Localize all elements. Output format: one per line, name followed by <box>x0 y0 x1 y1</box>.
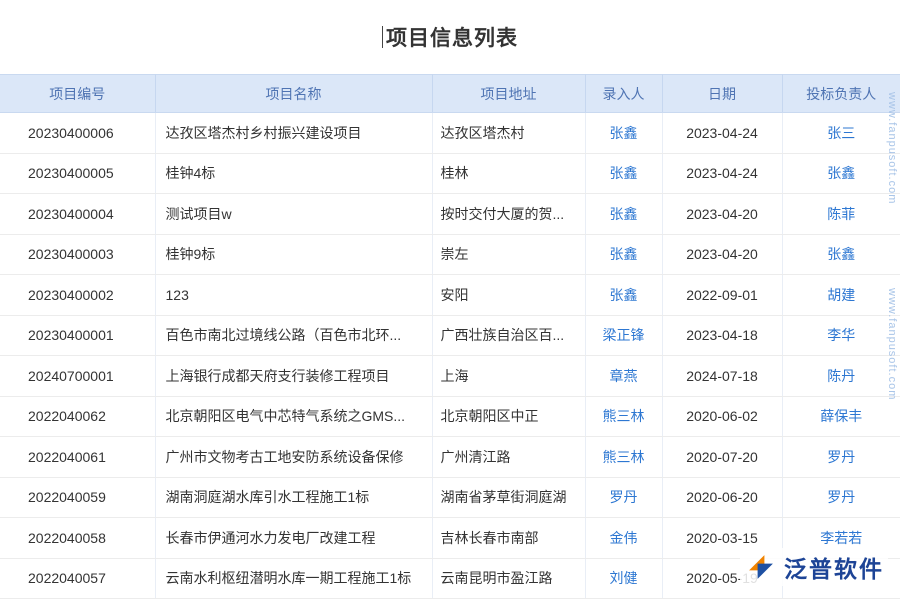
col-header-name: 项目名称 <box>155 75 432 113</box>
date-cell: 2023-04-24 <box>662 153 782 194</box>
project-code-cell: 20230400006 <box>0 113 155 154</box>
page-title: 项目信息列表 <box>386 22 518 52</box>
brand-logo: 泛普软件 <box>740 548 888 586</box>
project-name-cell: 测试项目w <box>155 194 432 235</box>
bidder-link[interactable]: 罗丹 <box>782 437 900 478</box>
project-name-cell: 百色市南北过境线公路（百色市北环... <box>155 315 432 356</box>
table-row[interactable]: 20240700001 上海银行成都天府支行装修工程项目 上海 章燕 2024-… <box>0 356 900 397</box>
project-code-cell: 2022040062 <box>0 396 155 437</box>
date-cell: 2020-06-02 <box>662 396 782 437</box>
recorder-link[interactable]: 熊三林 <box>585 437 662 478</box>
project-name-cell: 桂钟9标 <box>155 234 432 275</box>
project-address-cell: 崇左 <box>432 234 585 275</box>
date-cell: 2023-04-18 <box>662 315 782 356</box>
project-name-cell: 上海银行成都天府支行装修工程项目 <box>155 356 432 397</box>
project-code-cell: 2022040061 <box>0 437 155 478</box>
recorder-link[interactable]: 罗丹 <box>585 477 662 518</box>
project-table: 项目编号 项目名称 项目地址 录入人 日期 投标负责人 20230400006 … <box>0 74 900 599</box>
project-name-cell: 桂钟4标 <box>155 153 432 194</box>
col-header-recorder: 录入人 <box>585 75 662 113</box>
col-header-date: 日期 <box>662 75 782 113</box>
bidder-link[interactable]: 陈丹 <box>782 356 900 397</box>
project-code-cell: 20230400005 <box>0 153 155 194</box>
table-row[interactable]: 20230400003 桂钟9标 崇左 张鑫 2023-04-20 张鑫 <box>0 234 900 275</box>
project-name-cell: 123 <box>155 275 432 316</box>
project-name-cell: 北京朝阳区电气中芯特气系统之GMS... <box>155 396 432 437</box>
project-address-cell: 广西壮族自治区百... <box>432 315 585 356</box>
project-code-cell: 20240700001 <box>0 356 155 397</box>
table-row[interactable]: 2022040061 广州市文物考古工地安防系统设备保修 广州清江路 熊三林 2… <box>0 437 900 478</box>
project-code-cell: 20230400002 <box>0 275 155 316</box>
table-row[interactable]: 2022040062 北京朝阳区电气中芯特气系统之GMS... 北京朝阳区中正 … <box>0 396 900 437</box>
bidder-link[interactable]: 薛保丰 <box>782 396 900 437</box>
project-code-cell: 2022040058 <box>0 518 155 559</box>
project-name-cell: 湖南洞庭湖水库引水工程施工1标 <box>155 477 432 518</box>
table-row[interactable]: 20230400001 百色市南北过境线公路（百色市北环... 广西壮族自治区百… <box>0 315 900 356</box>
recorder-link[interactable]: 张鑫 <box>585 275 662 316</box>
title-bar: 项目信息列表 <box>0 0 900 74</box>
project-address-cell: 上海 <box>432 356 585 397</box>
date-cell: 2023-04-24 <box>662 113 782 154</box>
bidder-link[interactable]: 张三 <box>782 113 900 154</box>
date-cell: 2020-06-20 <box>662 477 782 518</box>
project-address-cell: 北京朝阳区中正 <box>432 396 585 437</box>
date-cell: 2022-09-01 <box>662 275 782 316</box>
project-info-page: 项目信息列表 项目编号 项目名称 项目地址 录入人 日期 投标负责人 20230… <box>0 0 900 600</box>
table-row[interactable]: 20230400005 桂钟4标 桂林 张鑫 2023-04-24 张鑫 <box>0 153 900 194</box>
recorder-link[interactable]: 刘健 <box>585 558 662 599</box>
table-row[interactable]: 20230400002 123 安阳 张鑫 2022-09-01 胡建 <box>0 275 900 316</box>
table-row[interactable]: 2022040059 湖南洞庭湖水库引水工程施工1标 湖南省茅草街洞庭湖 罗丹 … <box>0 477 900 518</box>
project-name-cell: 达孜区塔杰村乡村振兴建设项目 <box>155 113 432 154</box>
recorder-link[interactable]: 金伟 <box>585 518 662 559</box>
project-code-cell: 20230400003 <box>0 234 155 275</box>
project-code-cell: 20230400001 <box>0 315 155 356</box>
brand-pinwheel-icon <box>744 550 778 584</box>
project-address-cell: 广州清江路 <box>432 437 585 478</box>
table-header: 项目编号 项目名称 项目地址 录入人 日期 投标负责人 <box>0 75 900 113</box>
col-header-address: 项目地址 <box>432 75 585 113</box>
recorder-link[interactable]: 张鑫 <box>585 194 662 235</box>
recorder-link[interactable]: 张鑫 <box>585 153 662 194</box>
project-code-cell: 2022040057 <box>0 558 155 599</box>
recorder-link[interactable]: 张鑫 <box>585 113 662 154</box>
table-row[interactable]: 20230400004 测试项目w 按时交付大厦的贺... 张鑫 2023-04… <box>0 194 900 235</box>
recorder-link[interactable]: 张鑫 <box>585 234 662 275</box>
brand-name: 泛普软件 <box>784 550 884 584</box>
date-cell: 2023-04-20 <box>662 234 782 275</box>
project-code-cell: 20230400004 <box>0 194 155 235</box>
bidder-link[interactable]: 张鑫 <box>782 153 900 194</box>
project-address-cell: 按时交付大厦的贺... <box>432 194 585 235</box>
recorder-link[interactable]: 熊三林 <box>585 396 662 437</box>
col-header-bidder: 投标负责人 <box>782 75 900 113</box>
table-row[interactable]: 20230400006 达孜区塔杰村乡村振兴建设项目 达孜区塔杰村 张鑫 202… <box>0 113 900 154</box>
bidder-link[interactable]: 李华 <box>782 315 900 356</box>
recorder-link[interactable]: 梁正锋 <box>585 315 662 356</box>
project-name-cell: 广州市文物考古工地安防系统设备保修 <box>155 437 432 478</box>
recorder-link[interactable]: 章燕 <box>585 356 662 397</box>
project-address-cell: 安阳 <box>432 275 585 316</box>
project-address-cell: 湖南省茅草街洞庭湖 <box>432 477 585 518</box>
date-cell: 2023-04-20 <box>662 194 782 235</box>
date-cell: 2024-07-18 <box>662 356 782 397</box>
project-address-cell: 云南昆明市盈江路 <box>432 558 585 599</box>
bidder-link[interactable]: 胡建 <box>782 275 900 316</box>
project-address-cell: 吉林长春市南部 <box>432 518 585 559</box>
project-name-cell: 长春市伊通河水力发电厂改建工程 <box>155 518 432 559</box>
date-cell: 2020-07-20 <box>662 437 782 478</box>
bidder-link[interactable]: 陈菲 <box>782 194 900 235</box>
bidder-link[interactable]: 罗丹 <box>782 477 900 518</box>
project-code-cell: 2022040059 <box>0 477 155 518</box>
col-header-code: 项目编号 <box>0 75 155 113</box>
project-address-cell: 达孜区塔杰村 <box>432 113 585 154</box>
project-name-cell: 云南水利枢纽潜明水库一期工程施工1标 <box>155 558 432 599</box>
project-address-cell: 桂林 <box>432 153 585 194</box>
text-cursor <box>382 26 383 48</box>
bidder-link[interactable]: 张鑫 <box>782 234 900 275</box>
table-body: 20230400006 达孜区塔杰村乡村振兴建设项目 达孜区塔杰村 张鑫 202… <box>0 113 900 599</box>
